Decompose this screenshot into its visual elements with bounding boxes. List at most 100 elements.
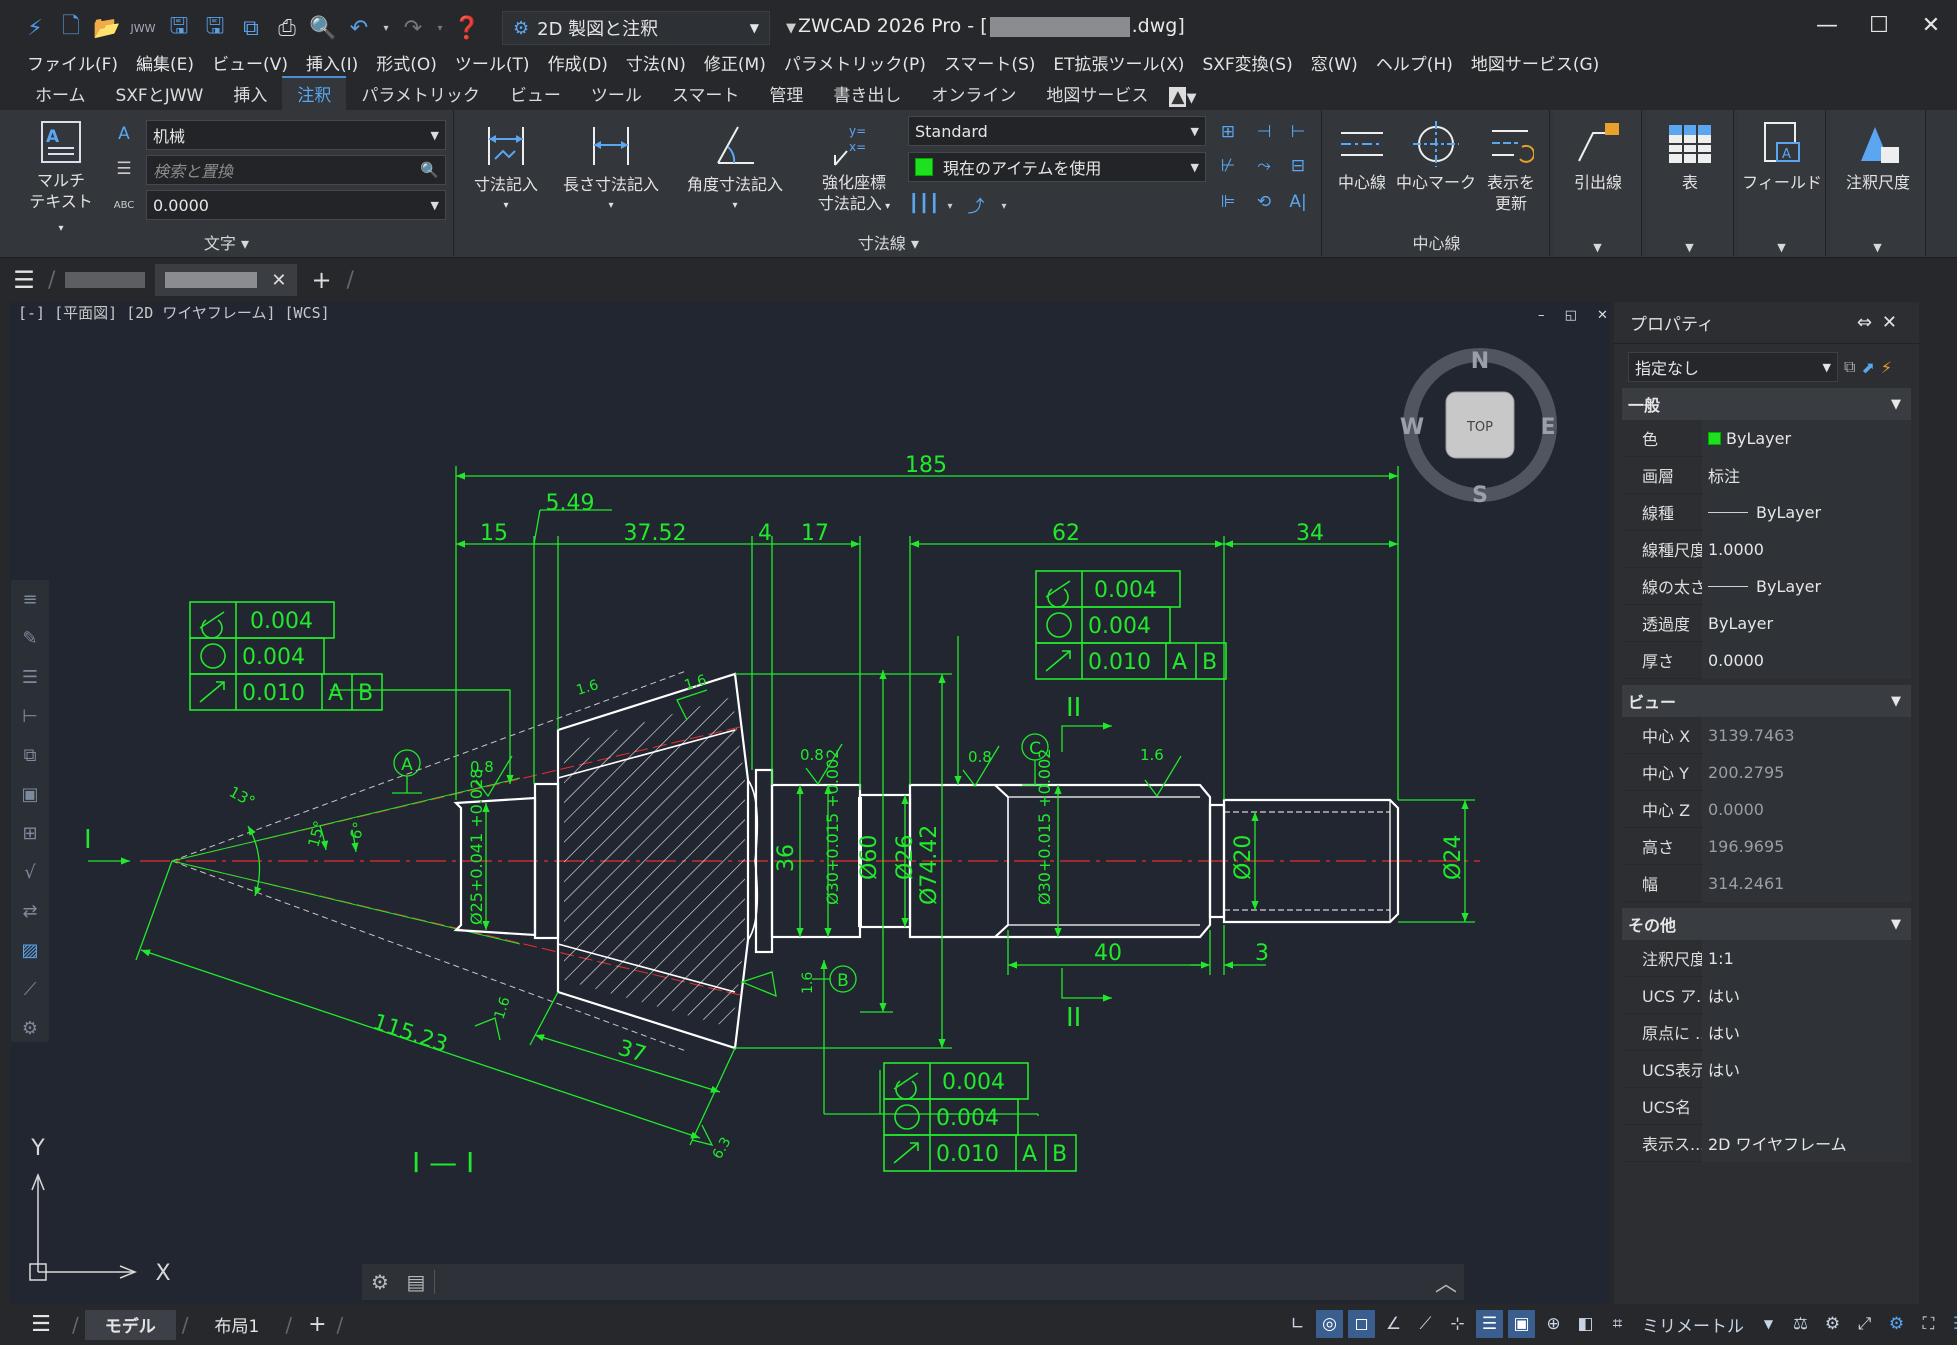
prop-height[interactable]: 高さ 196.9695	[1622, 827, 1911, 865]
dyn-icon[interactable]: ⊹	[1444, 1310, 1471, 1338]
field-button[interactable]: A フィールド	[1742, 120, 1822, 193]
hamburger-menu-icon[interactable]: ☰	[16, 1312, 66, 1337]
add-layout-icon[interactable]: +	[298, 1312, 336, 1337]
prop-ucs-name[interactable]: UCS名	[1622, 1087, 1911, 1125]
snap-icon[interactable]: ∟	[1284, 1310, 1311, 1338]
customize-status-icon[interactable]: ☰	[1947, 1310, 1957, 1338]
annotation-scale-label: 注釈尺度	[1845, 173, 1910, 192]
prop-visual-style[interactable]: 表示ス... 2D ワイヤフレーム	[1622, 1124, 1911, 1162]
insert-icon[interactable]: ⊞	[11, 814, 49, 853]
selection-cycle-icon[interactable]: ⊕	[1540, 1310, 1567, 1338]
fullscreen-icon[interactable]: ⛶	[1915, 1310, 1942, 1338]
osnap-icon[interactable]: ◻	[1348, 1310, 1375, 1338]
prop-ucs-display[interactable]: UCS表示 はい	[1622, 1050, 1911, 1088]
fcf-top-total-runout: 0.010	[1088, 650, 1151, 675]
viewcube-top[interactable]: TOP	[1466, 420, 1493, 435]
ortho-icon[interactable]: ⟋	[1412, 1310, 1439, 1338]
layer-icon[interactable]: ≡	[11, 580, 49, 619]
prop-key: 線種尺度	[1642, 541, 1702, 560]
prop-center-z[interactable]: 中心 Z 0.0000	[1622, 790, 1911, 828]
prop-key: UCS表示	[1642, 1061, 1702, 1080]
close-button[interactable]: ✕	[1905, 0, 1957, 50]
prop-ucs-at-origin[interactable]: 原点に ...はい	[1622, 1013, 1911, 1051]
chevron-up-icon[interactable]: ︿	[1428, 1266, 1464, 1298]
prop-linetype[interactable]: 線種 ByLayer	[1622, 493, 1911, 531]
selection-select[interactable]: 指定なし ▼	[1628, 352, 1838, 382]
list-icon[interactable]: ☰	[11, 658, 49, 697]
section-misc[interactable]: その他 ▼	[1622, 908, 1911, 940]
chevron-down-icon[interactable]: ▼	[1646, 241, 1733, 254]
section-general[interactable]: 一般 ▼	[1622, 388, 1911, 420]
view-cube[interactable]: TOP N S E W	[1400, 348, 1557, 508]
section-general-title: 一般	[1628, 396, 1661, 415]
annotation-scale-button[interactable]: 注釈尺度	[1834, 120, 1922, 193]
units-label[interactable]: ミリメートル	[1636, 1310, 1750, 1338]
section-view[interactable]: ビュー ▼	[1622, 685, 1911, 717]
prop-layer[interactable]: 画層 标注	[1622, 456, 1911, 494]
prop-key: 線の太さ	[1642, 578, 1702, 597]
select-objects-icon[interactable]: ⬈	[1861, 358, 1874, 377]
scale-icon[interactable]: ⌗	[1604, 1310, 1631, 1338]
chevron-down-icon[interactable]: ▼	[1755, 1310, 1782, 1338]
match-icon[interactable]: ⧉	[11, 736, 49, 775]
block-icon[interactable]: ▣	[11, 775, 49, 814]
transfer-icon[interactable]: ⇄	[11, 892, 49, 931]
roughness-3: 0.8	[470, 758, 494, 776]
settings-icon[interactable]: ⚙	[11, 1009, 49, 1048]
prop-annotation-scale[interactable]: 注釈尺度 1:1	[1622, 939, 1911, 977]
viewcube-south[interactable]: S	[1472, 483, 1488, 508]
fcf-bottom-runout: 0.004	[942, 1070, 1005, 1095]
maximize-button[interactable]: ☐	[1853, 0, 1905, 50]
prop-thickness[interactable]: 厚さ 0.0000	[1622, 641, 1911, 679]
dia-74-42: Ø74.42	[917, 825, 942, 905]
prop-linetype-scale[interactable]: 線種尺度 1.0000	[1622, 530, 1911, 568]
field-icon: A	[1758, 120, 1806, 168]
transparency-icon[interactable]: ▣	[1508, 1310, 1535, 1338]
layout-tab-model[interactable]: モデル	[84, 1309, 176, 1340]
chevron-down-icon[interactable]: ▼	[1830, 241, 1925, 254]
polar-icon[interactable]: ◎	[1316, 1310, 1343, 1338]
prop-transparency[interactable]: 透過度 ByLayer	[1622, 604, 1911, 642]
annotation-scale-panel: 注釈尺度 ▼	[1830, 110, 1926, 256]
pickadd-icon[interactable]: ⚡	[1881, 358, 1892, 377]
gear-icon[interactable]: ⚙	[362, 1270, 398, 1294]
prop-center-y[interactable]: 中心 Y 200.2795	[1622, 753, 1911, 791]
prop-ucs-icon-on[interactable]: UCS ア...はい	[1622, 976, 1911, 1014]
edit-icon[interactable]: ✎	[11, 619, 49, 658]
viewcube-west[interactable]: W	[1400, 415, 1424, 440]
lineweight-icon[interactable]: ☰	[1476, 1310, 1503, 1338]
table-panel: 表 ▼	[1646, 110, 1734, 256]
pdf-icon[interactable]: ▨	[11, 931, 49, 970]
measure-icon[interactable]: ⟋	[11, 970, 49, 1009]
table-label: 表	[1681, 173, 1698, 192]
otrack-icon[interactable]: ∠	[1380, 1310, 1407, 1338]
dimension-lines	[88, 466, 1475, 1146]
prop-center-x[interactable]: 中心 X 3139.7463	[1622, 716, 1911, 754]
command-input[interactable]	[435, 1264, 1428, 1300]
isolate-icon[interactable]: ⚙	[1819, 1310, 1846, 1338]
prop-width[interactable]: 幅 314.2461	[1622, 864, 1911, 902]
prop-color[interactable]: 色 ByLayer	[1622, 419, 1911, 457]
panel-controls[interactable]: ⇔✕	[1857, 312, 1919, 333]
annotation-visibility-icon[interactable]: ◧	[1572, 1310, 1599, 1338]
dim-185: 185	[905, 453, 947, 478]
dimension-icon[interactable]: ⊢	[11, 697, 49, 736]
workspace-gear-icon[interactable]: ⚙	[1883, 1310, 1910, 1338]
table-button[interactable]: 表	[1652, 120, 1728, 193]
chevron-down-icon[interactable]: ▼	[1738, 241, 1825, 254]
command-window-icon[interactable]: ▤	[398, 1270, 434, 1294]
viewcube-east[interactable]: E	[1540, 415, 1555, 440]
prop-lineweight[interactable]: 線の太さ ByLayer	[1622, 567, 1911, 605]
annotation-scale-icon[interactable]: ⚖	[1787, 1310, 1814, 1338]
dia-30-a: Ø30+0.015 +0.002	[823, 749, 842, 905]
chevron-down-icon: ▼	[1891, 693, 1901, 709]
prop-value: ByLayer	[1702, 604, 1911, 642]
chevron-down-icon: ▼	[1891, 396, 1901, 412]
layout-tab-layout1[interactable]: 布局1	[195, 1310, 280, 1340]
minimize-button[interactable]: —	[1801, 0, 1853, 50]
hardware-accel-icon[interactable]: ⤢	[1851, 1310, 1878, 1338]
quick-select-icon[interactable]: ⧉	[1844, 357, 1855, 377]
function-icon[interactable]: √	[11, 853, 49, 892]
viewcube-north[interactable]: N	[1471, 349, 1489, 374]
fcf-left-circularity: 0.004	[242, 645, 305, 670]
